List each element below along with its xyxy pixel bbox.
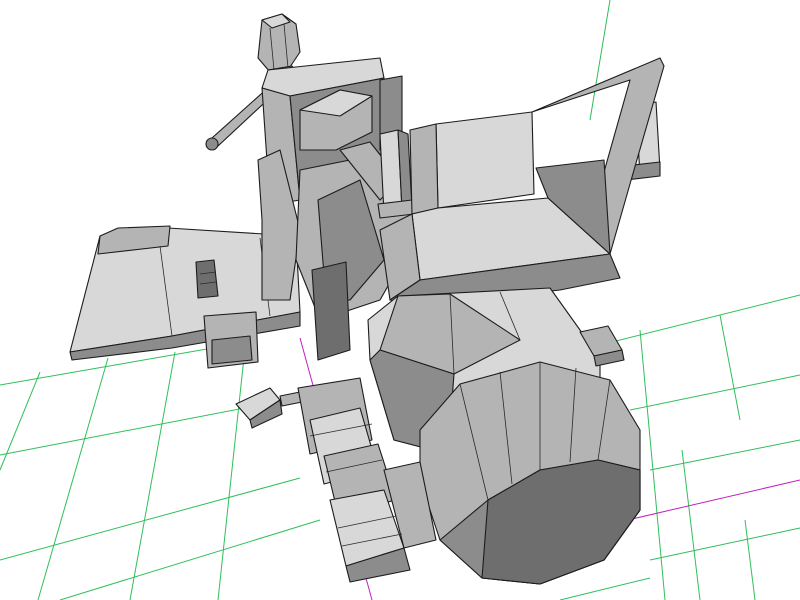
3d-viewport[interactable] <box>0 0 800 600</box>
